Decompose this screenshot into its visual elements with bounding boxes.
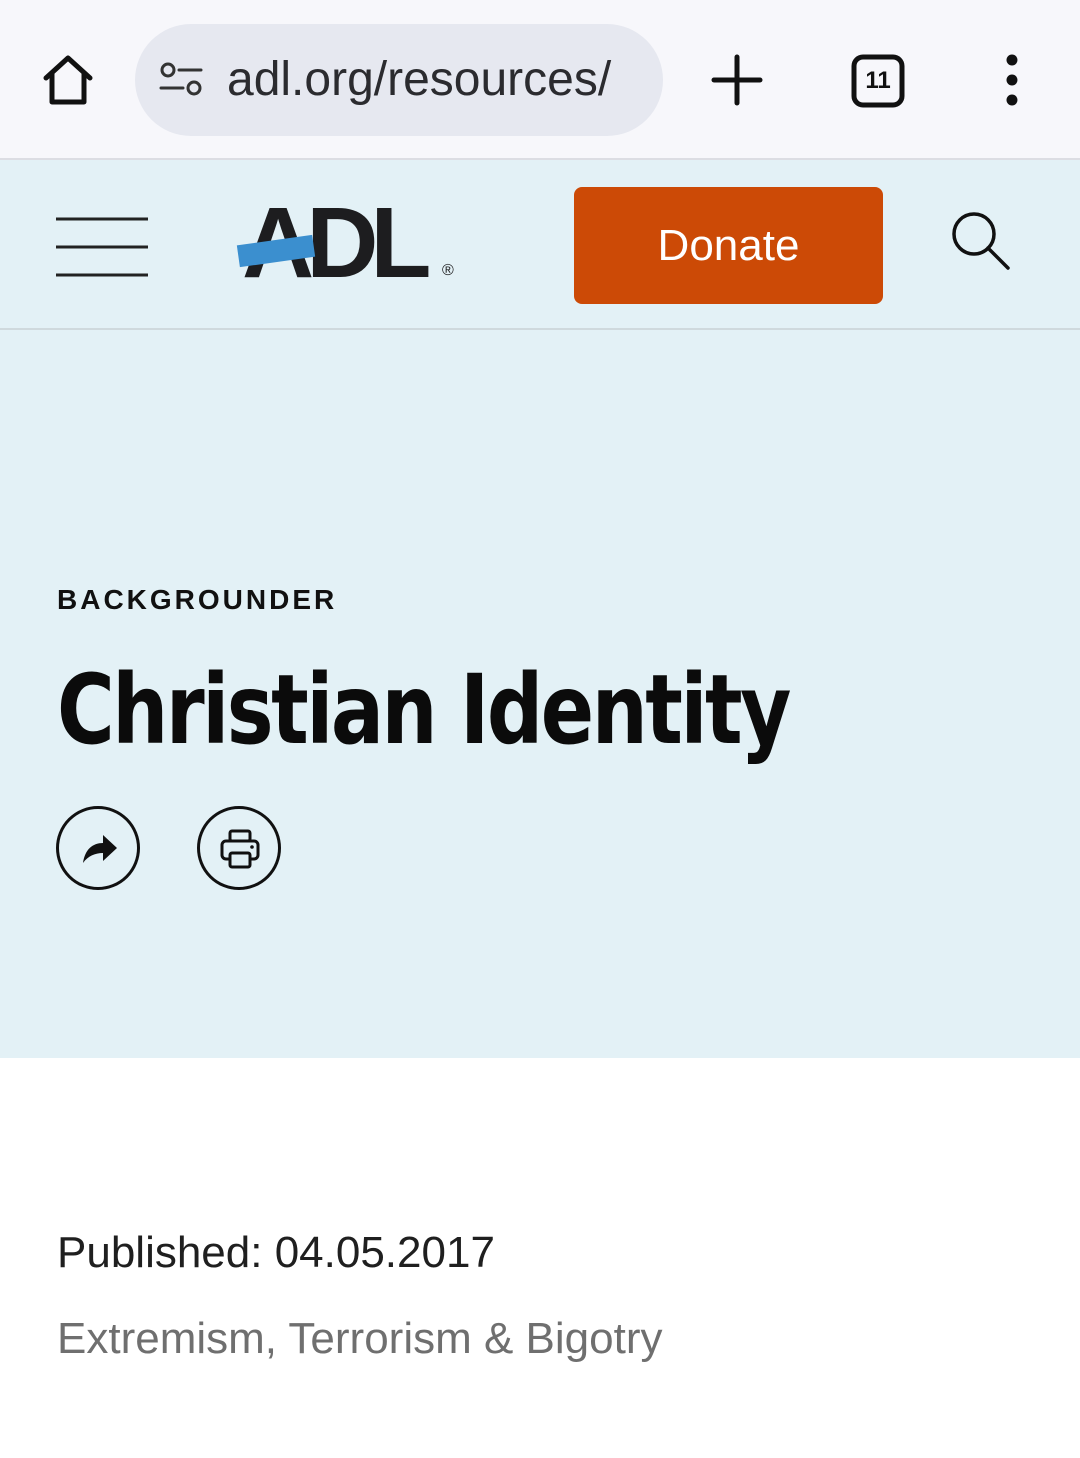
share-icon (83, 835, 117, 863)
site-settings-icon[interactable] (159, 62, 203, 98)
search-icon[interactable] (948, 208, 1012, 272)
published-date: Published: 04.05.2017 (57, 1228, 495, 1277)
url-text[interactable]: adl.org/resources/ (227, 52, 647, 108)
tab-count: 11 (865, 67, 891, 94)
adl-logo[interactable]: ADL ® (236, 188, 460, 298)
address-bar[interactable]: adl.org/resources/ (135, 24, 663, 136)
topic-link[interactable]: Extremism, Terrorism & Bigotry (57, 1314, 663, 1364)
site-header: ADL ® Donate (0, 160, 1080, 330)
print-icon (220, 829, 260, 869)
home-icon[interactable] (38, 50, 98, 110)
page-title: Christian Identity (57, 654, 791, 766)
more-menu-icon[interactable] (996, 52, 1028, 108)
logo-registered-mark: ® (442, 262, 454, 279)
browser-toolbar: adl.org/resources/ 11 (0, 0, 1080, 160)
share-button[interactable] (56, 806, 140, 890)
article-hero: BACKGROUNDER Christian Identity (0, 330, 1080, 1058)
new-tab-icon[interactable] (710, 53, 764, 107)
hamburger-icon[interactable] (56, 216, 148, 278)
print-button[interactable] (197, 806, 281, 890)
article-kicker: BACKGROUNDER (57, 584, 338, 615)
donate-button[interactable]: Donate (574, 187, 883, 304)
tab-switcher-button[interactable]: 11 (851, 54, 905, 108)
